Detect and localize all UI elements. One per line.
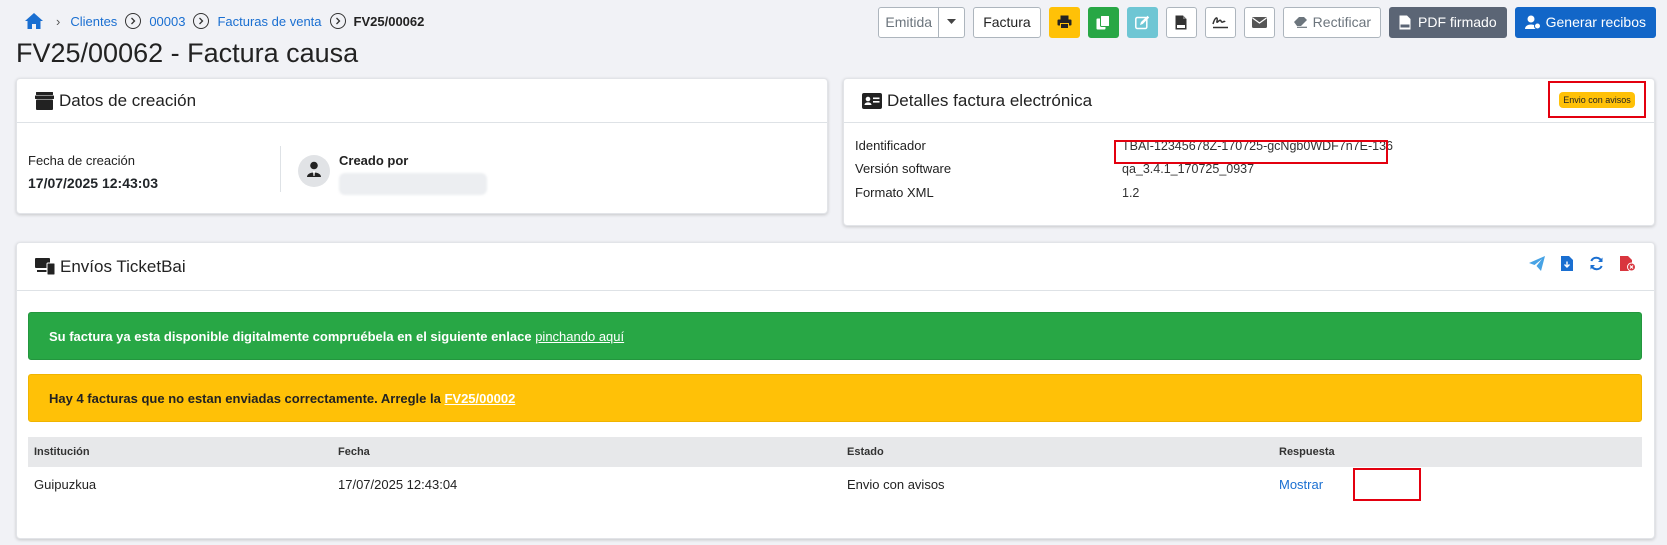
header-fecha: Fecha [332, 437, 841, 467]
created-by: Creado por [339, 153, 487, 195]
header-estado: Estado [841, 437, 1273, 467]
file-pdf-icon [1399, 15, 1411, 30]
chevron-circle-right-icon [329, 13, 346, 29]
einvoice-id-label: Identificador [855, 138, 926, 153]
email-button[interactable] [1243, 6, 1275, 38]
alert-warning: Hay 4 facturas que no estan enviadas cor… [28, 374, 1642, 422]
archive-icon [35, 91, 54, 110]
eraser-icon [1293, 16, 1308, 28]
file-delete-icon[interactable] [1620, 256, 1636, 271]
einvoice-card: Detalles factura electrónica Envio con a… [843, 78, 1655, 226]
envelope-icon [1251, 16, 1267, 28]
status-select-value[interactable]: Emitida [878, 6, 940, 38]
file-xml-icon [1175, 15, 1187, 30]
breadcrumb-current: FV25/00062 [353, 13, 425, 29]
alert-success: Su factura ya esta disponible digitalmen… [28, 312, 1642, 360]
rectificar-label: Rectificar [1312, 14, 1372, 30]
generar-recibos-button[interactable]: Generar recibos [1514, 6, 1656, 38]
breadcrumb: › Clientes 00003 Facturas de venta FV25/… [24, 9, 424, 33]
divider [280, 146, 281, 192]
xml-button[interactable] [1165, 6, 1197, 38]
creation-date: Fecha de creación 17/07/2025 12:43:03 [28, 153, 158, 191]
rectificar-button[interactable]: Rectificar [1282, 6, 1382, 38]
einvoice-xml-value: 1.2 [1122, 186, 1140, 200]
print-icon [1057, 15, 1072, 29]
paper-plane-icon[interactable] [1529, 256, 1545, 271]
print-button[interactable] [1048, 6, 1080, 38]
header-respuesta: Respuesta [1273, 437, 1642, 467]
einvoice-card-header: Detalles factura electrónica Envio con a… [844, 79, 1654, 123]
user-invoice-icon [1524, 15, 1541, 30]
edit-icon [1134, 15, 1150, 30]
alert-success-link[interactable]: pinchando aquí [535, 329, 624, 344]
cell-fecha: 17/07/2025 12:43:04 [338, 477, 458, 492]
devices-icon [35, 258, 55, 275]
status-badge-highlight: Envio con avisos [1548, 81, 1646, 118]
sync-icon[interactable] [1589, 256, 1604, 271]
creation-card-title: Datos de creación [59, 90, 197, 110]
einvoice-xml-label: Formato XML [855, 185, 934, 200]
table-header-row: Institución Fecha Estado Respuesta [28, 437, 1642, 467]
file-download-icon[interactable] [1561, 256, 1573, 271]
einvoice-software-label: Versión software [855, 161, 952, 176]
copy-button[interactable] [1087, 6, 1119, 38]
sign-button[interactable] [1204, 6, 1236, 38]
alert-warning-text: Hay 4 facturas que no estan enviadas cor… [49, 390, 445, 406]
creation-date-value: 17/07/2025 12:43:03 [28, 175, 158, 191]
status-badge: Envio con avisos [1559, 91, 1635, 108]
breadcrumb-clientes[interactable]: Clientes [70, 14, 117, 29]
chevron-circle-right-icon [193, 13, 210, 29]
home-icon[interactable] [24, 11, 46, 31]
chevron-right-icon: › [56, 13, 61, 29]
ticketbai-card-title: Envíos TicketBai [60, 256, 186, 276]
generar-recibos-label: Generar recibos [1545, 14, 1646, 30]
id-card-icon [862, 92, 882, 109]
mostrar-link[interactable]: Mostrar [1279, 477, 1323, 492]
status-select[interactable]: Emitida [878, 6, 966, 38]
cell-estado: Envio con avisos [847, 477, 945, 492]
einvoice-id-highlight [1114, 140, 1388, 164]
einvoice-software-value: qa_3.4.1_170725_0937 [1122, 162, 1255, 176]
mostrar-highlight [1353, 468, 1421, 501]
chevron-circle-right-icon [125, 13, 142, 29]
signature-icon [1211, 15, 1229, 29]
copy-icon [1096, 14, 1111, 30]
page-title: FV25/00062 - Factura causa [16, 38, 359, 68]
pdf-firmado-button[interactable]: PDF firmado [1389, 6, 1507, 38]
user-tie-icon [307, 161, 321, 182]
einvoice-card-title: Detalles factura electrónica [887, 90, 1093, 110]
cell-institucion: Guipuzkua [34, 477, 97, 492]
ticketbai-card-header: Envíos TicketBai [17, 243, 1654, 291]
creation-date-label: Fecha de creación [28, 153, 135, 168]
header-institucion: Institución [28, 437, 332, 467]
breadcrumb-client-code[interactable]: 00003 [149, 14, 185, 29]
alert-warning-link[interactable]: FV25/00002 [444, 391, 515, 406]
factura-button[interactable]: Factura [973, 6, 1041, 38]
toolbar: Emitida Factura Rectificar PDF firmado G… [878, 6, 1656, 38]
created-by-value-redacted [339, 173, 487, 195]
creation-card-header: Datos de creación [17, 79, 827, 123]
caret-down-icon[interactable] [939, 6, 966, 38]
avatar [298, 155, 330, 187]
created-by-label: Creado por [339, 153, 409, 168]
breadcrumb-facturas[interactable]: Facturas de venta [217, 14, 321, 29]
ticketbai-actions [1529, 256, 1636, 271]
edit-button[interactable] [1126, 6, 1158, 38]
ticketbai-card: Envíos TicketBai Su factura ya esta disp… [16, 242, 1655, 539]
creation-card: Datos de creación Fecha de creación 17/0… [16, 78, 828, 214]
alert-success-text: Su factura ya esta disponible digitalmen… [49, 328, 536, 344]
pdf-firmado-label: PDF firmado [1418, 14, 1497, 30]
